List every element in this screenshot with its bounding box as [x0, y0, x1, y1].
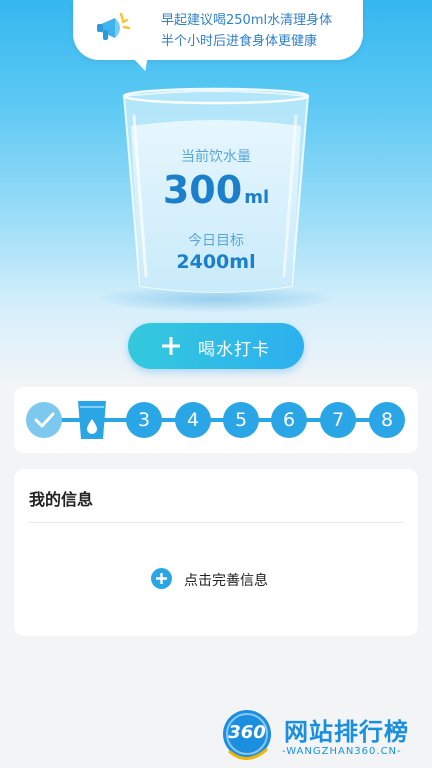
tip-line-1: 早起建议喝250ml水清理身体: [161, 13, 333, 28]
current-intake-unit: ml: [244, 187, 270, 208]
current-intake-value: 300 ml: [118, 168, 314, 212]
water-glass: 当前饮水量 300 ml 今日目标 2400ml: [118, 86, 314, 306]
current-intake-title: 当前饮水量: [181, 149, 251, 165]
drink-checkin-label: 喝水打卡: [198, 340, 270, 360]
cup-step-4[interactable]: 4: [175, 402, 211, 438]
megaphone-icon: [97, 12, 131, 40]
my-info-card: 我的信息 点击完善信息: [14, 469, 418, 636]
cup-step-1[interactable]: [26, 402, 62, 438]
daily-goal-value: 2400ml: [176, 251, 256, 273]
site-watermark: 360 网站排行榜 -WANGZHAN360.CN-: [218, 708, 428, 764]
cup-progress-card: 3 4 5 6 7 8: [14, 387, 418, 453]
tip-line-2: 半个小时后进食身体更健康: [161, 34, 318, 49]
cup-step-5[interactable]: 5: [223, 402, 259, 438]
my-info-title: 我的信息: [29, 490, 94, 509]
info-divider: [29, 522, 403, 523]
cup-icon[interactable]: [76, 399, 108, 441]
check-icon: [34, 412, 55, 428]
complete-info-label: 点击完善信息: [184, 573, 268, 589]
watermark-subtitle: -WANGZHAN360.CN-: [282, 746, 402, 757]
cup-step-8[interactable]: 8: [369, 402, 405, 438]
plus-circle-icon: [151, 568, 172, 589]
drink-checkin-button[interactable]: 喝水打卡: [128, 323, 304, 369]
plus-icon: [162, 337, 180, 355]
watermark-logo-text: 360: [228, 722, 266, 743]
cup-step-7[interactable]: 7: [320, 402, 356, 438]
watermark-title: 网站排行榜: [284, 718, 409, 746]
current-intake-number: 300: [162, 168, 243, 212]
daily-goal-title: 今日目标: [188, 233, 244, 249]
cup-step-3[interactable]: 3: [126, 402, 162, 438]
tip-bubble: 早起建议喝250ml水清理身体 半个小时后进食身体更健康: [73, 0, 363, 60]
cup-step-6[interactable]: 6: [271, 402, 307, 438]
